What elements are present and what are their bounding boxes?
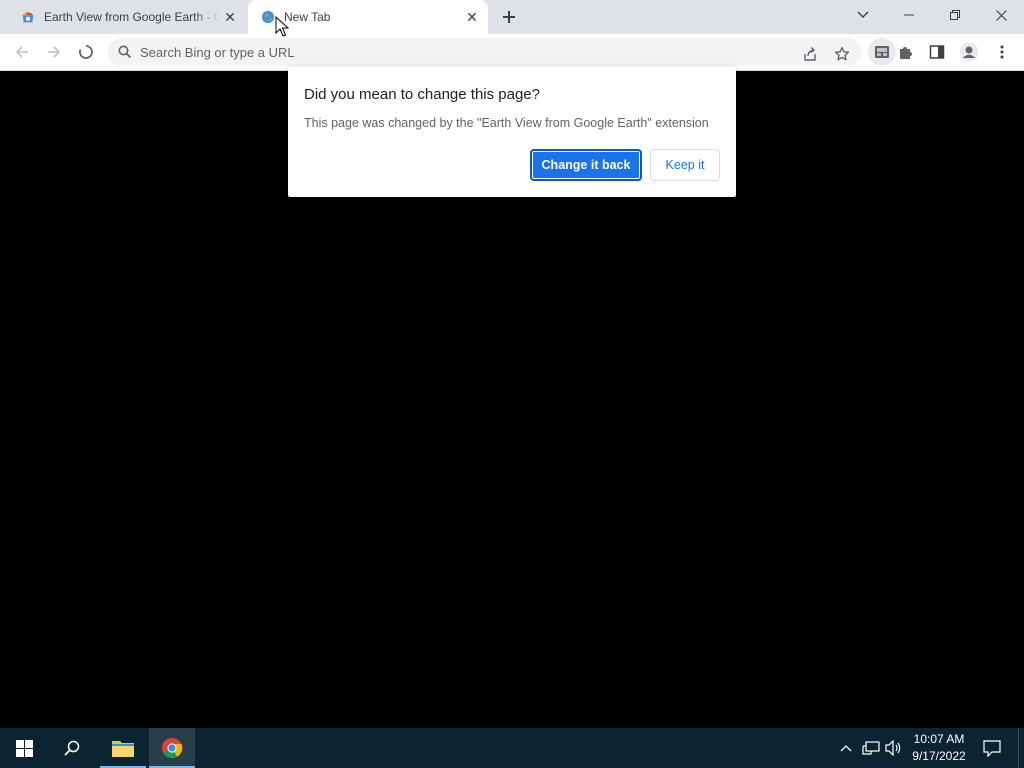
chrome-web-store-icon	[20, 9, 36, 25]
close-icon[interactable]: ✕	[462, 7, 482, 27]
clock-time: 10:07 AM	[913, 732, 965, 746]
forward-button[interactable]	[40, 38, 68, 66]
keep-it-button[interactable]: Keep it	[650, 149, 720, 181]
minimize-button[interactable]	[886, 0, 932, 30]
tab-title: New Tab	[284, 10, 331, 24]
chrome-icon	[162, 738, 183, 759]
more-vert-icon	[1000, 45, 1004, 59]
plus-icon	[503, 11, 515, 23]
notifications-button[interactable]	[982, 738, 1002, 758]
side-panel-icon	[929, 45, 945, 59]
speaker-icon	[885, 740, 901, 756]
windows-logo-icon	[15, 739, 33, 757]
earth-view-icon	[260, 9, 276, 25]
puzzle-icon	[900, 47, 912, 59]
restore-icon	[950, 10, 960, 20]
omnibox[interactable]	[108, 38, 862, 66]
profile-button[interactable]	[955, 38, 983, 66]
chevron-up-icon	[840, 745, 852, 752]
volume-button[interactable]	[884, 738, 904, 758]
stop-loading-button[interactable]	[72, 38, 100, 66]
side-panel-button[interactable]	[923, 38, 951, 66]
show-hidden-icons-button[interactable]	[836, 738, 856, 758]
avatar-icon	[959, 42, 979, 62]
start-button[interactable]	[0, 728, 48, 768]
chevron-down-icon	[857, 11, 869, 18]
arrow-right-icon	[48, 46, 61, 58]
restore-button[interactable]	[932, 0, 978, 30]
close-window-button[interactable]	[978, 0, 1024, 30]
new-tab-button[interactable]	[497, 5, 521, 29]
minimize-icon	[904, 14, 914, 16]
show-desktop-button[interactable]	[1018, 728, 1024, 768]
arrow-left-icon	[15, 46, 28, 58]
tab-earth-view-web-store[interactable]: Earth View from Google Earth - Chrome We…	[8, 0, 246, 34]
tab-title: Earth View from Google Earth - Chrome We…	[44, 10, 220, 24]
extension-change-dialog: Did you mean to change this page? This p…	[288, 67, 736, 197]
taskbar-clock[interactable]: 10:07 AM 9/17/2022	[908, 728, 970, 768]
close-icon[interactable]: ✕	[220, 7, 240, 27]
star-icon	[834, 46, 850, 61]
search-icon	[118, 45, 132, 59]
back-button[interactable]	[8, 38, 36, 66]
change-it-back-button[interactable]: Change it back	[530, 149, 642, 181]
browser-toolbar	[0, 34, 1024, 71]
clock-date: 9/17/2022	[912, 749, 966, 763]
bookmark-button[interactable]	[830, 42, 854, 66]
close-icon	[995, 9, 1007, 21]
tab-strip: Earth View from Google Earth - Chrome We…	[0, 0, 1024, 34]
loading-spinner-icon	[79, 45, 93, 59]
dialog-message: This page was changed by the "Earth View…	[304, 116, 709, 130]
earth-view-extension-icon	[875, 46, 889, 58]
tab-search-button[interactable]	[840, 0, 886, 30]
network-button[interactable]	[861, 738, 881, 758]
address-input[interactable]	[140, 44, 740, 60]
extensions-button[interactable]	[892, 38, 920, 66]
folder-icon	[112, 741, 134, 757]
menu-button[interactable]	[988, 38, 1016, 66]
share-button[interactable]	[798, 42, 822, 66]
taskbar-search-button[interactable]	[48, 728, 96, 768]
taskbar-file-explorer[interactable]	[100, 728, 146, 768]
dialog-title: Did you mean to change this page?	[304, 86, 540, 103]
windows-taskbar: 10:07 AM 9/17/2022	[0, 728, 1024, 768]
share-icon	[804, 46, 816, 61]
notification-icon	[983, 739, 1001, 757]
network-icon	[862, 741, 880, 755]
taskbar-chrome[interactable]	[149, 728, 195, 768]
search-icon	[64, 740, 80, 756]
mouse-cursor-icon	[275, 16, 289, 37]
